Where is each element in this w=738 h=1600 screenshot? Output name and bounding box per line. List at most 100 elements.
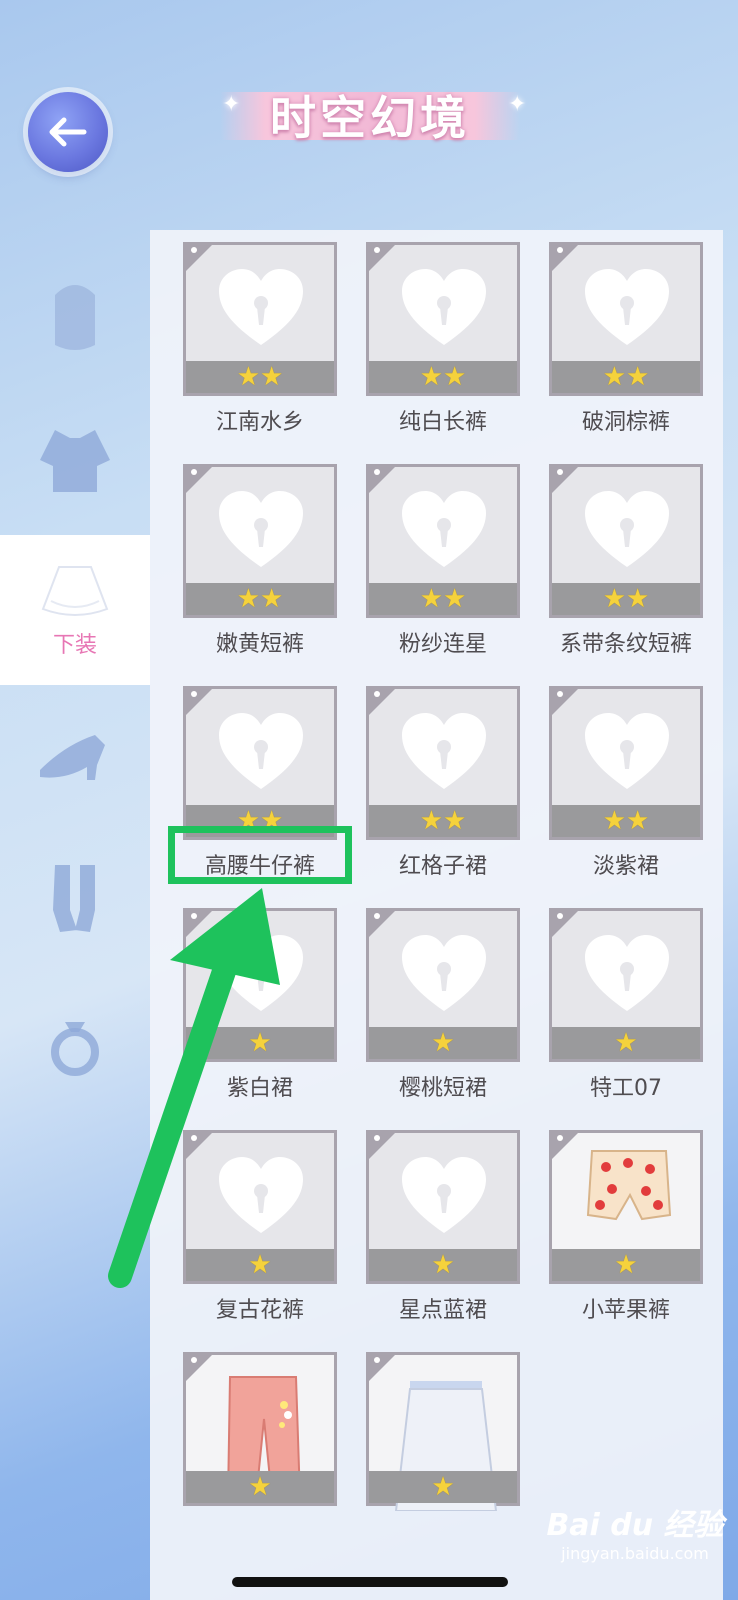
rarity-bar: ★ ★ — [552, 805, 700, 837]
star-icon: ★ — [431, 1472, 455, 1502]
item-thumbnail: ★ — [183, 1352, 337, 1506]
star-icon: ★ — [419, 362, 443, 392]
star-icon: ★ — [443, 584, 467, 614]
item-label: 破洞棕裤 — [581, 410, 670, 435]
item-thumbnail: ★ — [183, 1130, 337, 1284]
item-card[interactable]: ★ 复古花裤 — [183, 1130, 337, 1324]
item-thumbnail: ★ — [549, 908, 703, 1062]
rarity-bar: ★ — [369, 1027, 517, 1059]
rarity-bar: ★ ★ — [552, 583, 700, 615]
jacket-icon — [40, 430, 110, 492]
item-label: 粉纱连星 — [398, 632, 487, 657]
locked-heart-icon — [585, 935, 669, 1011]
rarity-bar: ★ — [369, 1249, 517, 1281]
rarity-bar: ★ ★ — [186, 361, 334, 393]
item-card[interactable]: ★ 特工07 — [549, 908, 703, 1102]
item-label: 星点蓝裙 — [398, 1298, 487, 1323]
header: 时空幻境 ✦ ✦ — [0, 0, 738, 230]
tab-shoes[interactable] — [0, 680, 150, 830]
star-icon: ★ — [614, 1250, 638, 1280]
item-thumbnail: ★ — [183, 908, 337, 1062]
item-card[interactable]: ★ 紫白裙 — [183, 908, 337, 1102]
tab-hair[interactable] — [0, 240, 150, 390]
star-icon: ★ — [431, 1250, 455, 1280]
item-card[interactable]: ★ 樱桃短裙 — [366, 908, 520, 1102]
watermark-url: jingyan.baidu.com — [561, 1544, 709, 1563]
item-card[interactable]: ★ 小苹果裤 — [549, 1130, 703, 1324]
rarity-bar: ★ — [552, 1249, 700, 1281]
item-thumbnail: ★ ★ — [549, 242, 703, 396]
star-icon: ★ — [626, 584, 650, 614]
locked-heart-icon — [402, 935, 486, 1011]
watermark: Bai du 经验 jingyan.baidu.com — [540, 1500, 730, 1563]
item-thumbnail: ★ ★ — [183, 242, 337, 396]
tab-accessory[interactable] — [0, 970, 150, 1120]
item-label: 紫白裙 — [226, 1076, 293, 1101]
star-icon: ★ — [236, 584, 260, 614]
back-arrow-icon — [49, 117, 87, 147]
category-sidebar: 下装 — [0, 240, 150, 1140]
home-indicator[interactable] — [232, 1577, 508, 1587]
item-label: 淡紫裙 — [592, 854, 659, 879]
rarity-bar: ★ — [186, 1249, 334, 1281]
star-icon: ★ — [419, 806, 443, 836]
item-thumbnail: ★ ★ — [366, 242, 520, 396]
item-thumbnail: ★ ★ — [366, 686, 520, 840]
rarity-bar: ★ ★ — [369, 805, 517, 837]
locked-heart-icon — [219, 269, 303, 345]
star-icon: ★ — [602, 806, 626, 836]
locked-heart-icon — [219, 491, 303, 567]
item-card[interactable]: ★ ★ 纯白长裤 — [366, 242, 520, 436]
item-label: 嫩黄短裤 — [215, 632, 304, 657]
locked-heart-icon — [402, 1157, 486, 1233]
star-icon: ★ — [260, 362, 284, 392]
locked-heart-icon — [219, 713, 303, 789]
locked-heart-icon — [585, 269, 669, 345]
locked-heart-icon — [585, 713, 669, 789]
star-icon: ★ — [236, 362, 260, 392]
skirt-icon — [41, 566, 109, 616]
apple-shorts-image — [586, 1150, 672, 1221]
item-thumbnail: ★ — [366, 908, 520, 1062]
sparkle-icon: ✦ — [508, 92, 527, 117]
tab-bottom-label: 下装 — [52, 633, 97, 658]
item-card[interactable]: ★ — [366, 1352, 520, 1511]
items-panel: ★ ★ 江南水乡 ★ ★ 纯白长裤 ★ ★ 破洞棕裤 ★ ★ 嫩黄短裤 ★ ★ … — [150, 230, 723, 1600]
back-button[interactable] — [28, 92, 108, 172]
star-icon: ★ — [248, 1028, 272, 1058]
item-card[interactable]: ★ ★ 淡紫裙 — [549, 686, 703, 880]
ring-icon — [51, 1022, 99, 1076]
item-thumbnail: ★ — [549, 1130, 703, 1284]
locked-heart-icon — [219, 1157, 303, 1233]
item-card[interactable]: ★ ★ 破洞棕裤 — [549, 242, 703, 436]
star-icon: ★ — [626, 806, 650, 836]
hair-icon — [55, 285, 95, 350]
item-label: 纯白长裤 — [398, 410, 487, 435]
tab-bottom[interactable]: 下装 — [0, 535, 150, 685]
star-icon: ★ — [260, 584, 284, 614]
item-thumbnail: ★ ★ — [549, 686, 703, 840]
rarity-bar: ★ — [369, 1471, 517, 1503]
item-thumbnail: ★ — [366, 1352, 520, 1511]
rarity-bar: ★ — [552, 1027, 700, 1059]
star-icon: ★ — [248, 1472, 272, 1502]
item-thumbnail: ★ — [366, 1130, 520, 1284]
tab-socks[interactable] — [0, 825, 150, 975]
item-card[interactable]: ★ ★ 系带条纹短裤 — [549, 464, 703, 658]
item-label: 江南水乡 — [215, 410, 304, 435]
item-card[interactable]: ★ — [183, 1352, 337, 1506]
tab-top[interactable] — [0, 385, 150, 535]
star-icon: ★ — [443, 362, 467, 392]
item-card[interactable]: ★ ★ 粉纱连星 — [366, 464, 520, 658]
item-card[interactable]: ★ ★ 嫩黄短裤 — [183, 464, 337, 658]
rarity-bar: ★ ★ — [369, 583, 517, 615]
item-label: 系带条纹短裤 — [559, 632, 692, 657]
star-icon: ★ — [602, 584, 626, 614]
locked-heart-icon — [585, 491, 669, 567]
rarity-bar: ★ ★ — [369, 361, 517, 393]
highlight-box — [168, 826, 352, 884]
item-label: 小苹果裤 — [581, 1298, 670, 1323]
item-card[interactable]: ★ 星点蓝裙 — [366, 1130, 520, 1324]
item-card[interactable]: ★ ★ 江南水乡 — [183, 242, 337, 436]
item-card[interactable]: ★ ★ 红格子裙 — [366, 686, 520, 880]
